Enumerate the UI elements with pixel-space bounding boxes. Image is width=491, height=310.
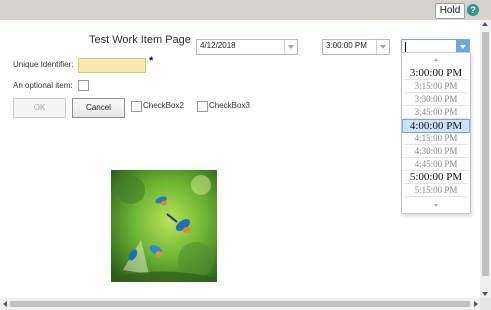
date-value: 4/12/2018 (200, 41, 236, 50)
hold-button[interactable]: Hold (435, 3, 465, 19)
time-option[interactable]: 3:45:00 PM (404, 106, 468, 119)
text-caret (405, 42, 406, 52)
scroll-down-icon[interactable] (482, 292, 488, 296)
cancel-button[interactable]: Cancel (72, 98, 125, 118)
checkbox3[interactable] (197, 101, 208, 112)
time-dropdown-list: 3:00:00 PM 3:15:00 PM 3:30:00 PM 3:45:00 PM… (401, 52, 471, 214)
time-option[interactable]: 4:45:00 PM (404, 158, 468, 171)
time-picker[interactable]: 3:00:00 PM (322, 39, 390, 55)
time-option[interactable]: 3:15:00 PM (404, 80, 468, 93)
scroll-up-icon[interactable] (482, 22, 488, 26)
checkbox2[interactable] (131, 101, 142, 112)
scroll-thumb[interactable] (482, 32, 489, 276)
unique-identifier-input[interactable] (78, 58, 146, 73)
top-toolbar: Hold ? (0, 0, 491, 20)
time-value: 3:00:00 PM (326, 41, 367, 50)
chevron-down-icon[interactable] (402, 201, 470, 211)
date-picker[interactable]: 4/12/2018 (196, 39, 298, 55)
vertical-scrollbar[interactable] (480, 20, 491, 298)
checkbox2-label: CheckBox2 (143, 101, 184, 110)
help-icon[interactable]: ? (467, 4, 479, 16)
time-option[interactable]: 4:30:00 PM (404, 145, 468, 158)
scroll-left-icon[interactable] (3, 301, 7, 307)
scroll-right-icon[interactable] (474, 301, 478, 307)
time-option[interactable]: 4:15:00 PM (404, 132, 468, 145)
chevron-down-icon[interactable] (376, 40, 389, 54)
bird-photo (111, 170, 217, 282)
required-marker: * (149, 55, 154, 67)
scrollbar-corner (480, 298, 491, 310)
chevron-down-icon[interactable] (284, 40, 297, 54)
page-title: Test Work Item Page (89, 34, 191, 46)
chevron-up-icon[interactable] (402, 55, 470, 65)
ok-button[interactable]: OK (13, 98, 66, 118)
time-option[interactable]: 4:00:00 PM (402, 119, 470, 133)
unique-identifier-label: Unique Identifier: (13, 60, 74, 69)
time-option[interactable]: 3:00:00 PM (404, 67, 468, 80)
horizontal-scrollbar[interactable] (0, 298, 480, 310)
scroll-thumb-horizontal[interactable] (10, 301, 470, 307)
work-item-form: Test Work Item Page 4/12/2018 3:00:00 PM… (0, 20, 480, 298)
bird-photo-graphic (111, 170, 217, 282)
optional-item-checkbox[interactable] (78, 80, 89, 91)
checkbox3-label: CheckBox3 (209, 101, 250, 110)
time-option[interactable]: 5:00:00 PM (404, 171, 468, 184)
time-option[interactable]: 3:30:00 PM (404, 93, 468, 106)
optional-item-label: An optional item: (13, 81, 73, 90)
time-option[interactable]: 5:15:00 PM (404, 184, 468, 197)
